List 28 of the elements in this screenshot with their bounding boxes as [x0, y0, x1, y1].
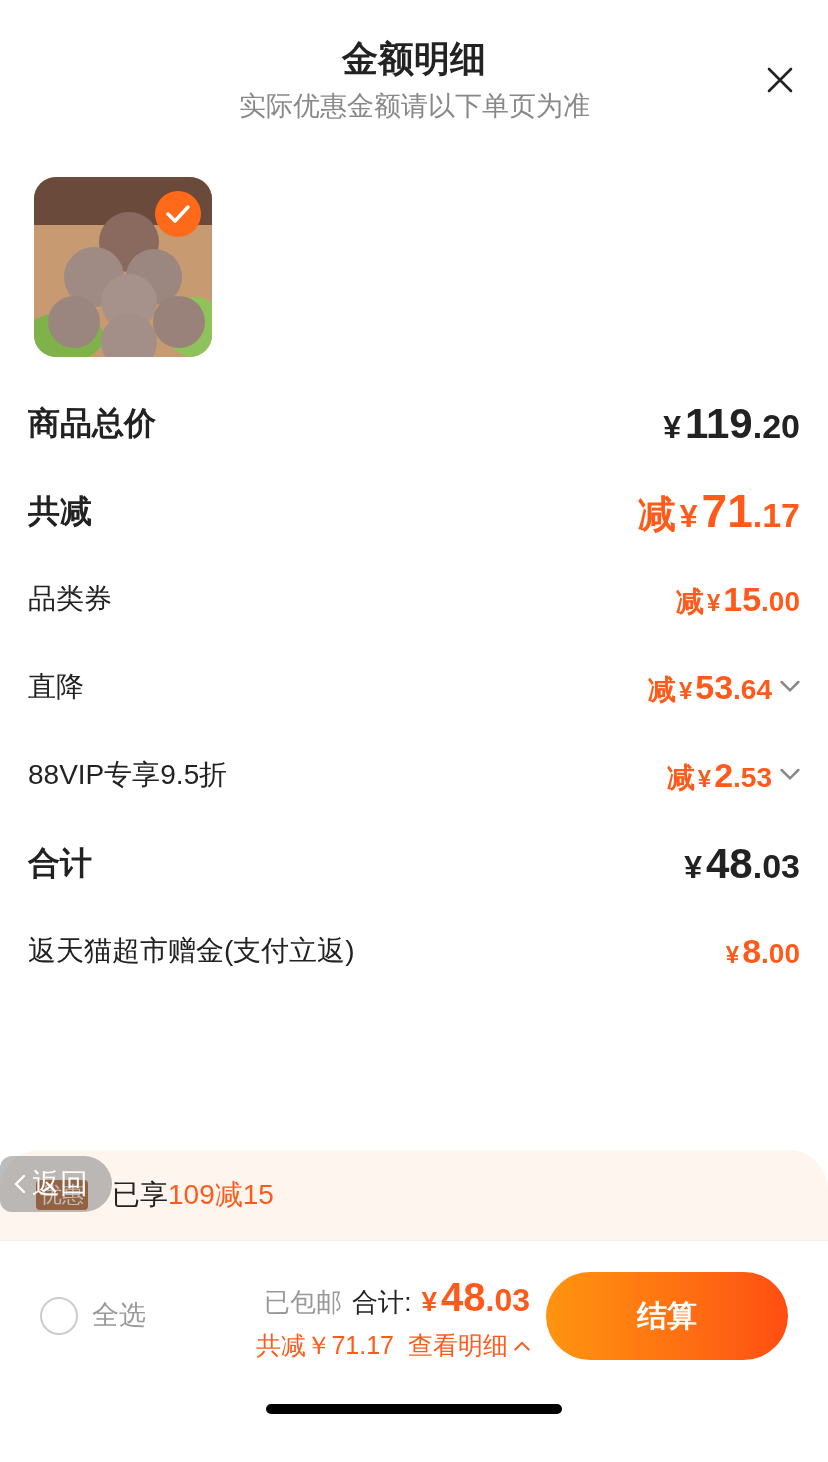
row-label: 共减	[28, 492, 92, 531]
total-amount: ¥48.03	[421, 1273, 530, 1321]
amount: 减¥15.00	[675, 578, 800, 620]
saved-text: 共减￥71.17	[256, 1329, 394, 1361]
row-label: 商品总价	[28, 404, 156, 443]
shipping-text: 已包邮	[264, 1285, 343, 1319]
chevron-down-icon	[780, 680, 800, 694]
row-label: 返天猫超市赠金(支付立返)	[28, 934, 355, 968]
amount: 减¥53.64	[647, 666, 772, 708]
row-label: 直降	[28, 670, 84, 704]
amount: ¥8.00	[724, 930, 800, 972]
sheet-title: 金额明细	[342, 37, 486, 81]
amount: ¥48.03	[683, 838, 800, 889]
chevron-up-icon	[514, 1340, 530, 1351]
amount: 减¥2.53	[666, 754, 772, 796]
row-label: 88VIP专享9.5折	[28, 758, 228, 792]
check-icon[interactable]	[154, 190, 202, 238]
details-link[interactable]: 查看明细	[408, 1326, 530, 1365]
amount: ¥119.20	[662, 398, 800, 449]
row-label: 合计	[28, 844, 92, 883]
sheet-subtitle: 实际优惠金额请以下单页为准	[238, 90, 590, 123]
row-label: 品类券	[28, 582, 112, 616]
checkout-button[interactable]: 结算	[546, 1271, 788, 1360]
select-all-checkbox[interactable]: 全选	[40, 1295, 146, 1336]
chevron-down-icon	[780, 768, 800, 782]
promo-text: 已享109减15	[112, 1178, 274, 1212]
total-label: 合计:	[352, 1285, 412, 1319]
amount: 减¥71.17	[637, 483, 800, 539]
